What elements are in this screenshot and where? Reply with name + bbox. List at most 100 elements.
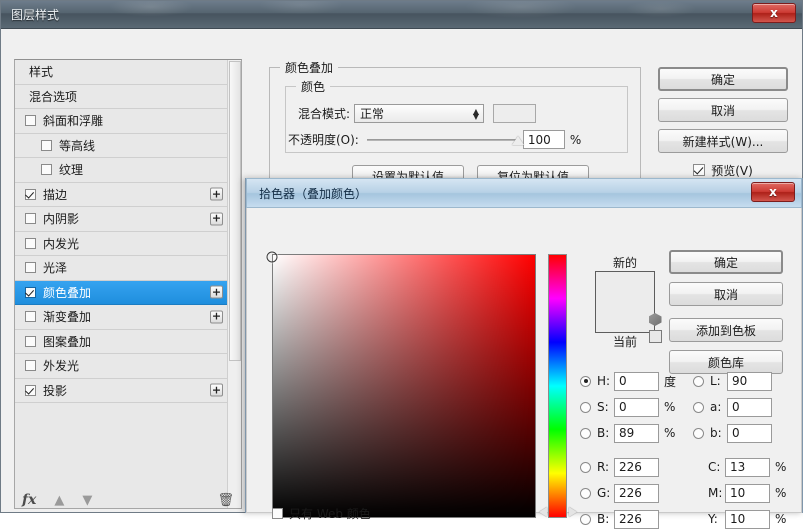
color-field-marker[interactable] [266, 251, 278, 263]
style-item-label: 样式 [29, 65, 54, 80]
red-input[interactable]: 226 [614, 457, 659, 477]
move-up-icon[interactable]: ▲ [52, 493, 66, 508]
styles-list[interactable]: 样式 混合选项 斜面和浮雕 等高线 纹理 描边 + 内阴影 + 内发光 光泽 颜色叠加 + 渐变叠加 + 图案… [15, 60, 228, 508]
style-item-8[interactable]: 光泽 [15, 256, 228, 281]
overlay-color-swatch[interactable] [493, 104, 537, 123]
opacity-unit: % [569, 132, 582, 147]
web-colors-label: 只有 Web 颜色 [289, 507, 371, 521]
styles-scrollbar[interactable] [227, 60, 241, 508]
add-effect-icon[interactable]: + [210, 383, 223, 397]
fx-toolbar: fx ▲ ▼ 🗑 [14, 488, 242, 512]
ok-button[interactable]: 确定 [658, 67, 788, 91]
radio-brightness[interactable] [580, 427, 591, 439]
close-icon[interactable]: x [752, 3, 796, 23]
green-input[interactable]: 226 [614, 483, 659, 503]
style-item-9[interactable]: 颜色叠加 + [15, 280, 228, 305]
style-item-6[interactable]: 内阴影 + [15, 207, 228, 232]
style-item-5[interactable]: 描边 + [15, 182, 228, 207]
style-item-2[interactable]: 斜面和浮雕 [15, 109, 228, 134]
style-item-checkbox[interactable] [25, 213, 36, 225]
saturation-input[interactable]: 0 [614, 397, 659, 417]
blend-mode-select[interactable]: 正常 ▲ ▼ [354, 104, 485, 123]
delete-icon[interactable]: 🗑 [217, 493, 234, 508]
opacity-slider[interactable] [366, 135, 524, 145]
style-item-checkbox[interactable] [25, 262, 36, 274]
fx-icon[interactable]: fx [22, 492, 36, 508]
style-item-label: 纹理 [59, 163, 84, 178]
out-of-gamut-icon[interactable] [648, 313, 662, 326]
magenta-input[interactable]: 10 [725, 483, 770, 503]
yellow-unit: % [775, 512, 787, 526]
style-item-7[interactable]: 内发光 [15, 231, 228, 256]
add-to-swatches-button[interactable]: 添加到色板 [669, 318, 783, 342]
style-item-11[interactable]: 图案叠加 [15, 329, 228, 354]
lab-l-input[interactable]: 90 [727, 371, 772, 391]
web-colors-checkbox[interactable] [272, 508, 283, 519]
saturation-brightness-field[interactable] [272, 254, 536, 518]
cp-ok-button[interactable]: 确定 [669, 250, 783, 274]
style-item-checkbox[interactable] [25, 188, 36, 200]
style-item-checkbox[interactable] [41, 164, 52, 176]
hue-slider[interactable] [548, 254, 567, 518]
radio-lab-l[interactable] [693, 375, 704, 387]
radio-red[interactable] [580, 461, 591, 473]
style-item-checkbox[interactable] [41, 139, 52, 151]
radio-green[interactable] [580, 487, 591, 499]
new-style-button[interactable]: 新建样式(W)... [658, 129, 788, 153]
style-item-0[interactable]: 样式 [15, 60, 228, 85]
add-effect-icon[interactable]: + [210, 212, 223, 226]
style-item-checkbox[interactable] [25, 384, 36, 396]
style-item-label: 描边 [43, 187, 68, 202]
color-subgroup: 颜色 混合模式: 正常 ▲ ▼ 不透明度(O): 100 % [285, 78, 628, 153]
radio-lab-a[interactable] [693, 401, 704, 413]
opacity-input[interactable]: 100 [522, 130, 565, 149]
color-picker-close-icon[interactable]: x [751, 182, 795, 202]
style-item-checkbox[interactable] [25, 286, 36, 298]
cyan-label: C: [708, 460, 721, 474]
style-item-10[interactable]: 渐变叠加 + [15, 305, 228, 330]
hue-input[interactable]: 0 [614, 371, 659, 391]
move-down-icon[interactable]: ▼ [80, 493, 94, 508]
radio-hue[interactable] [580, 375, 591, 387]
style-item-13[interactable]: 投影 + [15, 378, 228, 403]
style-item-label: 混合选项 [29, 89, 78, 104]
brightness-input[interactable]: 89 [614, 423, 659, 443]
color-values-grid: H: 0 度 L: 90 S: 0 % a: 0 B: 89 % b: 0 R:… [580, 368, 795, 532]
style-item-checkbox[interactable] [25, 311, 36, 323]
yellow-input[interactable]: 10 [725, 509, 770, 529]
hue-marker-right-icon[interactable] [569, 507, 577, 517]
add-effect-icon[interactable]: + [210, 285, 223, 299]
style-item-3[interactable]: 等高线 [15, 133, 228, 158]
add-effect-icon[interactable]: + [210, 187, 223, 201]
scrollbar-thumb[interactable] [229, 61, 241, 361]
gamut-alternate-swatch[interactable] [648, 330, 662, 343]
style-item-1[interactable]: 混合选项 [15, 84, 228, 109]
color-picker-title: 拾色器（叠加颜色） [259, 186, 368, 201]
preview-checkbox[interactable] [693, 164, 706, 176]
lab-a-input[interactable]: 0 [727, 397, 772, 417]
red-label: R: [597, 460, 610, 474]
style-item-checkbox[interactable] [25, 115, 36, 127]
titlebar-glow [1, 1, 802, 28]
hue-marker-left-icon[interactable] [539, 507, 547, 517]
style-item-label: 等高线 [59, 138, 96, 153]
style-item-12[interactable]: 外发光 [15, 354, 228, 379]
cyan-unit: % [775, 460, 787, 474]
lab-b-input[interactable]: 0 [727, 423, 772, 443]
radio-lab-b[interactable] [693, 427, 704, 439]
style-item-checkbox[interactable] [25, 335, 36, 347]
style-item-checkbox[interactable] [25, 360, 36, 372]
lab-l-label: L: [710, 374, 721, 388]
blue-input[interactable]: 226 [614, 509, 659, 529]
opacity-slider-thumb[interactable] [511, 135, 524, 145]
radio-blue[interactable] [580, 513, 591, 525]
cp-cancel-button[interactable]: 取消 [669, 282, 783, 306]
cyan-input[interactable]: 13 [725, 457, 770, 477]
add-effect-icon[interactable]: + [210, 310, 223, 324]
style-item-checkbox[interactable] [25, 237, 36, 249]
cancel-button[interactable]: 取消 [658, 98, 788, 122]
brightness-unit: % [664, 426, 676, 440]
radio-saturation[interactable] [580, 401, 591, 413]
style-item-4[interactable]: 纹理 [15, 158, 228, 183]
preview-checkbox-row[interactable]: 预览(V) [658, 160, 788, 180]
